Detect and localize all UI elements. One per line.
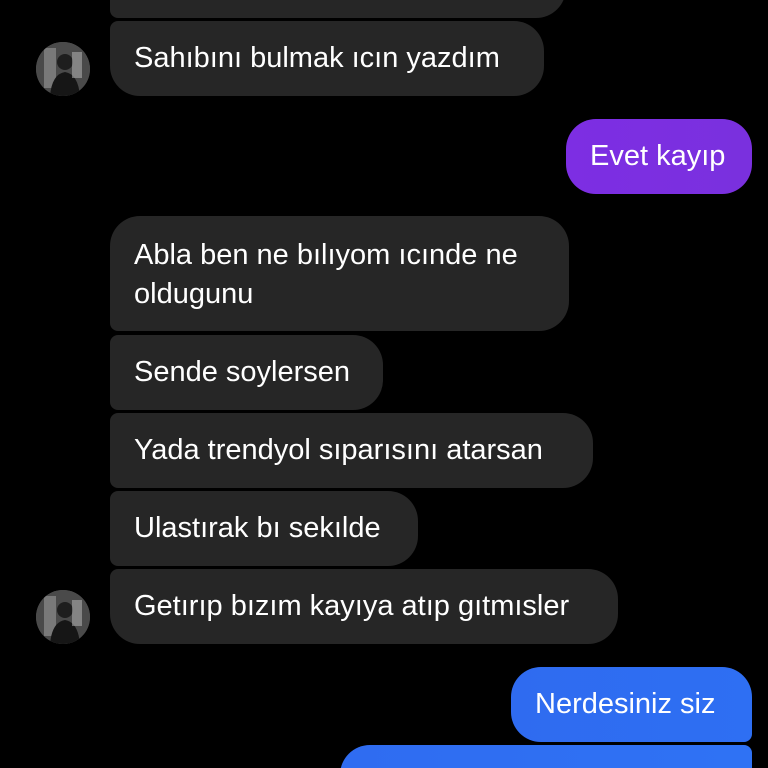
- message-bubble-incoming[interactable]: Yada trendyol sıparısını atarsan: [110, 413, 593, 488]
- sender-avatar[interactable]: [36, 42, 90, 96]
- message-bubble-incoming[interactable]: Sahıbını bulmak ıcın yazdım: [110, 21, 544, 96]
- user-photo-icon: [36, 42, 90, 96]
- user-photo-icon: [36, 590, 90, 644]
- message-bubble-incoming-partial[interactable]: [110, 0, 566, 18]
- message-bubble-outgoing-partial[interactable]: [340, 745, 752, 768]
- message-bubble-incoming[interactable]: Ulastırak bı sekılde: [110, 491, 418, 566]
- message-bubble-incoming[interactable]: Getırıp bızım kayıya atıp gıtmısler: [110, 569, 618, 644]
- chat-screen: Sahıbını bulmak ıcın yazdım Evet kayıp A…: [0, 0, 768, 768]
- message-bubble-outgoing[interactable]: Nerdesiniz siz: [511, 667, 752, 742]
- sender-avatar[interactable]: [36, 590, 90, 644]
- message-bubble-outgoing[interactable]: Evet kayıp: [566, 119, 752, 194]
- message-bubble-incoming[interactable]: Abla ben ne bılıyom ıcınde ne oldugunu: [110, 216, 569, 331]
- message-bubble-incoming[interactable]: Sende soylersen: [110, 335, 383, 410]
